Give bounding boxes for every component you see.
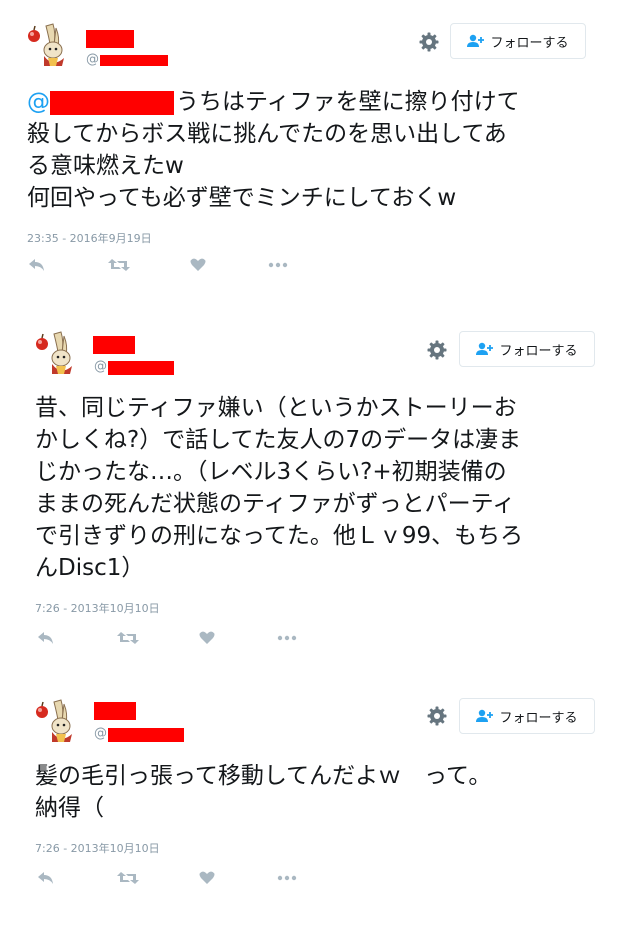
retweet-icon — [117, 872, 139, 884]
more-button[interactable] — [277, 871, 297, 885]
tweet-line: 納得（ — [35, 795, 104, 821]
more-dots-icon — [277, 875, 297, 881]
rabbit-mage-avatar-icon — [36, 699, 72, 742]
redacted-display-name[interactable] — [94, 702, 136, 720]
tweet-line: 髪の毛引っ張って移動してんだよｗ って。 — [35, 763, 492, 789]
retweet-button[interactable] — [117, 871, 139, 885]
username-at-sign: @ — [94, 726, 107, 741]
tweet-text: 髪の毛引っ張って移動してんだよｗ って。 納得（ — [35, 760, 491, 824]
tweet-3: @ フォローする 髪の毛引っ張って移動してんだよｗ って。 納得（ 7:26 -… — [0, 0, 635, 926]
follow-label: フォローする — [499, 710, 578, 726]
avatar[interactable] — [34, 698, 80, 744]
tweet-timestamp[interactable]: 7:26 - 2013年10月10日 — [35, 840, 160, 856]
like-button[interactable] — [199, 871, 215, 885]
follow-button[interactable]: フォローする — [459, 698, 595, 734]
reply-button[interactable] — [37, 871, 55, 885]
tweet-actions — [37, 871, 317, 889]
heart-icon — [199, 871, 215, 884]
redacted-username[interactable] — [108, 728, 184, 742]
reply-icon — [38, 872, 53, 884]
person-add-icon — [476, 709, 494, 722]
gear-icon[interactable] — [426, 705, 448, 727]
